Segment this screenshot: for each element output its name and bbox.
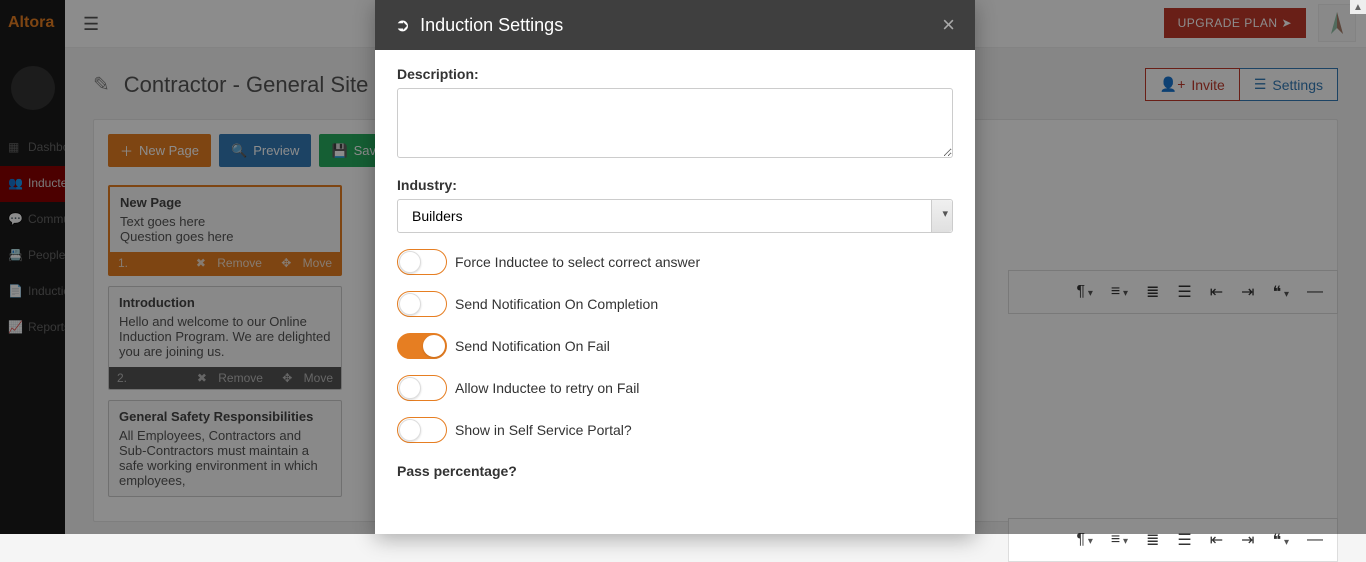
industry-select[interactable]: Builders (397, 199, 953, 233)
login-icon: ➲ (395, 15, 410, 36)
toggle-switch[interactable] (397, 375, 447, 401)
description-label: Description: (397, 66, 953, 82)
toggle-label: Send Notification On Completion (455, 296, 658, 312)
description-input[interactable] (397, 88, 953, 158)
toggle-switch[interactable] (397, 417, 447, 443)
toggle-label: Show in Self Service Portal? (455, 422, 632, 438)
toggle-label: Send Notification On Fail (455, 338, 610, 354)
toggle-switch[interactable] (397, 249, 447, 275)
modal-body: Description: Industry: Builders Force In… (375, 50, 975, 534)
scroll-up-icon[interactable]: ▲ (1350, 0, 1366, 14)
modal-header: ➲ Induction Settings × (375, 0, 975, 50)
toggle-force-correct: Force Inductee to select correct answer (397, 249, 953, 275)
modal-close-button[interactable]: × (942, 14, 955, 36)
induction-settings-modal: ➲ Induction Settings × Description: Indu… (375, 0, 975, 534)
toggle-self-service: Show in Self Service Portal? (397, 417, 953, 443)
toggle-label: Force Inductee to select correct answer (455, 254, 700, 270)
toggle-retry-fail: Allow Inductee to retry on Fail (397, 375, 953, 401)
toggle-notify-fail: Send Notification On Fail (397, 333, 953, 359)
toggle-notify-completion: Send Notification On Completion (397, 291, 953, 317)
pass-percentage-label: Pass percentage? (397, 463, 953, 479)
modal-title: Induction Settings (420, 15, 563, 36)
toggle-switch[interactable] (397, 291, 447, 317)
toggle-switch[interactable] (397, 333, 447, 359)
industry-label: Industry: (397, 177, 953, 193)
toggle-label: Allow Inductee to retry on Fail (455, 380, 639, 396)
